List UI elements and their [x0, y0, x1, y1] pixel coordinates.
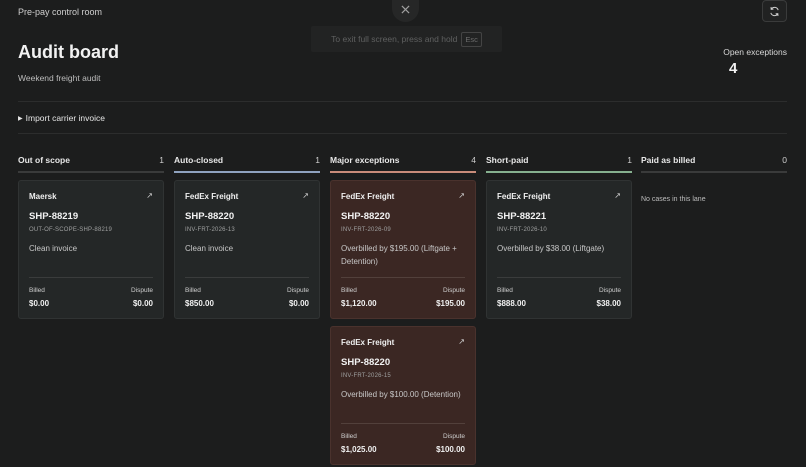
dispute-label: Dispute	[130, 287, 153, 294]
lane-title: Out of scope	[18, 155, 70, 165]
card-invoice-id: INV-FRT-2026-09	[341, 227, 391, 233]
fullscreen-toast: To exit full screen, press and hold Esc	[311, 26, 502, 52]
card-note: Overbilled by $100.00 (Detention)	[341, 390, 461, 399]
card-divider	[185, 277, 309, 278]
card-carrier: FedEx Freight	[185, 192, 239, 201]
dispute-label: Dispute	[286, 287, 309, 294]
refresh-button[interactable]	[762, 0, 787, 22]
card-divider	[341, 277, 465, 278]
card-divider	[29, 277, 153, 278]
divider	[18, 101, 787, 102]
dispute-amount: $0.00	[288, 299, 309, 308]
open-exceptions-count: 4	[729, 60, 738, 77]
dispute-amount: $38.00	[596, 299, 621, 308]
card-carrier: FedEx Freight	[497, 192, 551, 201]
billed-amount: $0.00	[29, 299, 50, 308]
card-carrier: FedEx Freight	[341, 338, 395, 347]
card-shipment-id: SHP-88220	[341, 357, 391, 368]
lane-count: 4	[471, 155, 476, 165]
dispute-label: Dispute	[442, 433, 465, 440]
card-divider	[497, 277, 621, 278]
case-card[interactable]: Maersk ↗ SHP-88219 OUT-OF-SCOPE-SHP-8821…	[18, 180, 164, 319]
dispute-label: Dispute	[442, 287, 465, 294]
dispute-label: Dispute	[598, 287, 621, 294]
refresh-icon	[770, 6, 779, 16]
card-shipment-id: SHP-88220	[185, 211, 235, 222]
card-note: Clean invoice	[185, 244, 234, 253]
card-note: Clean invoice	[29, 244, 78, 253]
card-divider	[341, 423, 465, 424]
lane-count: 0	[782, 155, 787, 165]
card-invoice-id: INV-FRT-2026-10	[497, 227, 547, 233]
arrow-up-right-icon[interactable]: ↗	[614, 191, 621, 200]
lane-short-paid: Short-paid 1 FedEx Freight ↗ SHP-88221 I…	[486, 154, 632, 319]
card-shipment-id: SHP-88221	[497, 211, 547, 222]
billed-label: Billed	[185, 287, 201, 294]
lane-title: Auto-closed	[174, 155, 224, 165]
import-carrier-invoice-label: Import carrier invoice	[25, 113, 105, 123]
lane-accent-bar	[174, 171, 320, 173]
dispute-amount: $195.00	[436, 299, 465, 308]
arrow-up-right-icon[interactable]: ↗	[302, 191, 309, 200]
lane-title: Short-paid	[486, 155, 529, 165]
lane-accent-bar	[18, 171, 164, 173]
billed-label: Billed	[341, 433, 357, 440]
billed-amount: $888.00	[497, 299, 526, 308]
lane-title: Major exceptions	[330, 155, 400, 165]
arrow-up-right-icon[interactable]: ↗	[146, 191, 153, 200]
case-card[interactable]: FedEx Freight ↗ SHP-88220 INV-FRT-2026-1…	[174, 180, 320, 319]
top-bar: Pre-pay control room	[0, 0, 806, 26]
billed-amount: $1,120.00	[341, 299, 377, 308]
dispute-amount: $0.00	[132, 299, 153, 308]
lane-accent-bar	[330, 171, 476, 173]
open-exceptions-label: Open exceptions	[723, 47, 787, 57]
case-card[interactable]: FedEx Freight ↗ SHP-88220 INV-FRT-2026-1…	[330, 326, 476, 465]
arrow-up-right-icon[interactable]: ↗	[458, 337, 465, 346]
close-icon	[401, 5, 410, 14]
esc-key-hint: Esc	[461, 31, 482, 47]
triangle-right-icon: ▶	[18, 115, 23, 122]
card-invoice-id: OUT-OF-SCOPE-SHP-88219	[29, 227, 113, 233]
card-note: Overbilled by $38.00 (Liftgate)	[497, 244, 605, 253]
lane-paid-as-billed: Paid as billed 0 No cases in this lane	[641, 154, 787, 203]
page-subtitle: Weekend freight audit	[18, 73, 101, 83]
card-carrier: Maersk	[29, 192, 57, 201]
lane-count: 1	[627, 155, 632, 165]
lane-accent-bar	[486, 171, 632, 173]
lane-title: Paid as billed	[641, 155, 696, 165]
billed-label: Billed	[497, 287, 513, 294]
billed-amount: $850.00	[185, 299, 214, 308]
lane-out-of-scope: Out of scope 1 Maersk ↗ SHP-88219 OUT-OF…	[18, 154, 164, 319]
fullscreen-toast-text: To exit full screen, press and hold	[331, 34, 458, 44]
card-shipment-id: SHP-88219	[29, 211, 79, 222]
lane-major-exceptions: Major exceptions 4 FedEx Freight ↗ SHP-8…	[330, 154, 476, 465]
case-card[interactable]: FedEx Freight ↗ SHP-88221 INV-FRT-2026-1…	[486, 180, 632, 319]
billed-label: Billed	[341, 287, 357, 294]
close-fullscreen-button[interactable]	[392, 0, 419, 22]
card-note: Overbilled by $195.00 (Liftgate + Detent…	[341, 244, 457, 266]
dispute-amount: $100.00	[436, 445, 465, 454]
card-invoice-id: INV-FRT-2026-13	[185, 227, 235, 233]
lane-count: 1	[315, 155, 320, 165]
app-title: Pre-pay control room	[18, 7, 103, 17]
page-title: Audit board	[18, 42, 119, 62]
lane-count: 1	[159, 155, 164, 165]
card-shipment-id: SHP-88220	[341, 211, 391, 222]
empty-lane-message: No cases in this lane	[641, 196, 706, 203]
billed-label: Billed	[29, 287, 45, 294]
import-carrier-invoice-toggle[interactable]: ▶ Import carrier invoice	[18, 113, 105, 123]
billed-amount: $1,025.00	[341, 445, 377, 454]
lane-auto-closed: Auto-closed 1 FedEx Freight ↗ SHP-88220 …	[174, 154, 320, 319]
lane-accent-bar	[641, 171, 787, 173]
divider	[18, 133, 787, 134]
card-carrier: FedEx Freight	[341, 192, 395, 201]
case-card[interactable]: FedEx Freight ↗ SHP-88220 INV-FRT-2026-0…	[330, 180, 476, 319]
arrow-up-right-icon[interactable]: ↗	[458, 191, 465, 200]
card-invoice-id: INV-FRT-2026-15	[341, 373, 391, 379]
